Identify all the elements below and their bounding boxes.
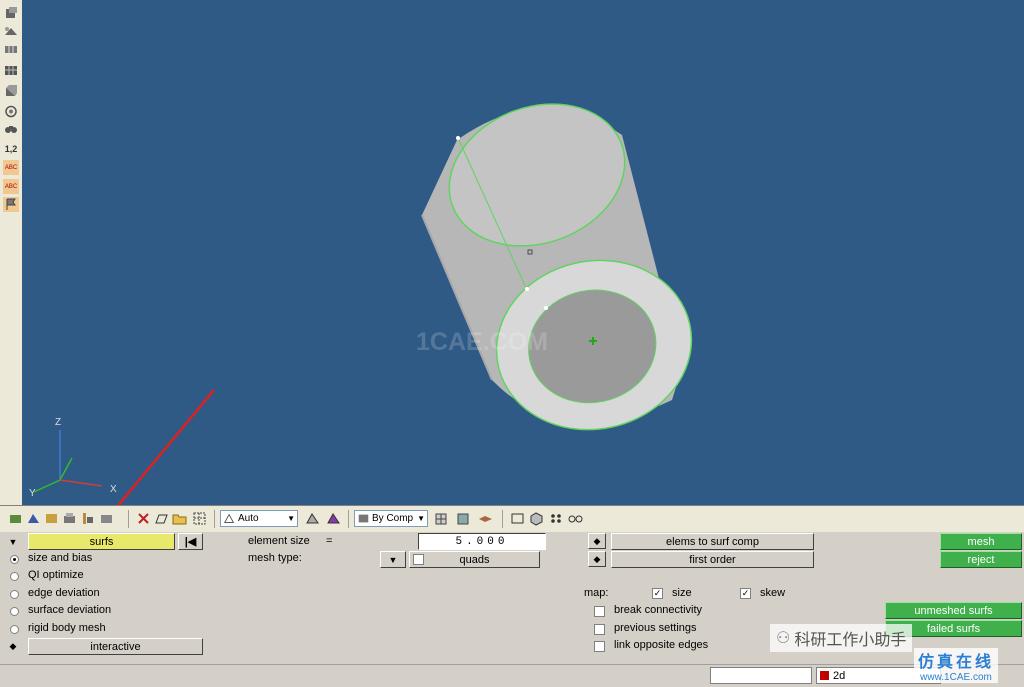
grid-icon[interactable] bbox=[192, 511, 207, 526]
radio-label: edge deviation bbox=[28, 587, 100, 599]
axis-z-label: Z bbox=[55, 417, 62, 428]
hide-icon[interactable] bbox=[44, 511, 59, 526]
delete-icon[interactable] bbox=[136, 511, 151, 526]
radio-surface-deviation[interactable] bbox=[10, 607, 19, 616]
component-display-icon[interactable] bbox=[8, 511, 23, 526]
axis-x-label: X bbox=[110, 484, 117, 495]
folder-icon[interactable] bbox=[172, 511, 187, 526]
break-connectivity-checkbox[interactable] bbox=[594, 606, 605, 617]
status-field bbox=[710, 667, 812, 684]
skew-checkbox[interactable]: ✓ bbox=[740, 588, 751, 599]
toggle-switch-icon[interactable]: ◆ bbox=[588, 551, 606, 567]
check-label: link opposite edges bbox=[614, 639, 709, 651]
previous-settings-checkbox[interactable] bbox=[594, 624, 605, 635]
size-checkbox[interactable]: ✓ bbox=[652, 588, 663, 599]
reverse-mask-icon[interactable] bbox=[99, 511, 114, 526]
axes-triad bbox=[33, 430, 103, 493]
visualization-toolbar: Auto ▼ By Comp ▼ bbox=[0, 505, 1024, 533]
nodes-icon[interactable] bbox=[3, 42, 19, 57]
reject-button[interactable]: reject bbox=[940, 551, 1022, 568]
color-mode-icon bbox=[358, 514, 369, 523]
site-watermark: 仿真在线 www.1CAE.com bbox=[914, 648, 999, 683]
view-cube-icon[interactable] bbox=[529, 511, 544, 526]
component-color-swatch bbox=[820, 671, 829, 680]
shaded-elements-icon[interactable] bbox=[305, 511, 320, 526]
toggle-switch-icon[interactable]: ◆ bbox=[4, 638, 22, 654]
link-opposite-edges-checkbox[interactable] bbox=[594, 641, 605, 652]
dots-icon[interactable] bbox=[549, 511, 564, 526]
site-url-label: www.1CAE.com bbox=[920, 672, 992, 683]
radio-edge-deviation[interactable] bbox=[10, 590, 19, 599]
equals-label: = bbox=[326, 535, 333, 547]
flag-icon[interactable] bbox=[3, 197, 19, 212]
shading-mode-select[interactable]: Auto ▼ bbox=[220, 510, 298, 527]
unmeshed-surfs-button[interactable]: unmeshed surfs bbox=[885, 602, 1022, 619]
radio-size-and-bias[interactable] bbox=[10, 555, 19, 564]
abc-numbers-icon[interactable]: ABC bbox=[3, 179, 19, 194]
elements-icon[interactable] bbox=[3, 24, 19, 39]
plane-icon[interactable] bbox=[154, 511, 169, 526]
radio-label: QI optimize bbox=[28, 569, 84, 581]
view-box-icon[interactable] bbox=[510, 511, 525, 526]
rotate-icon[interactable] bbox=[3, 104, 19, 119]
surfs-selector-button[interactable]: surfs bbox=[28, 533, 175, 550]
mesh-button[interactable]: mesh bbox=[940, 533, 1022, 550]
elems-to-surf-comp-button[interactable]: elems to surf comp bbox=[611, 533, 814, 550]
radio-label: size and bias bbox=[28, 552, 93, 564]
shaded-mesh-icon[interactable] bbox=[326, 511, 341, 526]
status-bar: 2d bbox=[0, 664, 1024, 687]
solids-icon[interactable] bbox=[3, 84, 19, 99]
find-icon[interactable] bbox=[3, 122, 19, 137]
wechat-watermark: ⚇ 科研工作小助手 bbox=[770, 624, 913, 652]
radio-qi-optimize[interactable] bbox=[10, 572, 19, 581]
axis-y-label: Y bbox=[29, 488, 36, 499]
mask-icon[interactable] bbox=[80, 511, 95, 526]
radio-label: rigid body mesh bbox=[28, 622, 106, 634]
automesh-panel: ▼ surfs |◀ size and bias QI optimize edg… bbox=[0, 532, 1024, 686]
glasses-icon[interactable] bbox=[568, 511, 583, 526]
mesh-type-select[interactable]: quads bbox=[409, 551, 540, 568]
mesh-type-dropdown-icon[interactable]: ▼ bbox=[380, 551, 406, 568]
size-label: size bbox=[672, 587, 692, 599]
abc-label-icon[interactable]: ABC bbox=[3, 160, 19, 175]
layer-icon[interactable] bbox=[478, 511, 493, 526]
numbering-label[interactable]: 1,2 bbox=[3, 141, 19, 156]
element-size-field[interactable]: 5.000 bbox=[418, 533, 546, 550]
map-label: map: bbox=[584, 587, 609, 599]
watermark-text: 1CAE.COM bbox=[416, 328, 548, 356]
radio-rigid-body-mesh[interactable] bbox=[10, 625, 19, 634]
wireframe-icon bbox=[223, 513, 235, 523]
toggle-switch-icon[interactable]: ◆ bbox=[588, 533, 606, 549]
isolate-icon[interactable] bbox=[62, 511, 77, 526]
mesh-type-checkbox[interactable] bbox=[413, 554, 424, 565]
reset-selection-button[interactable]: |◀ bbox=[178, 533, 203, 550]
chevron-down-icon: ▼ bbox=[287, 514, 295, 523]
reset-icon: |◀ bbox=[184, 536, 197, 548]
element-display-icon[interactable] bbox=[26, 511, 41, 526]
color-by-select[interactable]: By Comp ▼ bbox=[354, 510, 428, 527]
model-view bbox=[33, 103, 693, 505]
first-order-button[interactable]: first order bbox=[611, 551, 814, 568]
mesh-type-label: mesh type: bbox=[248, 552, 302, 564]
check-label: break connectivity bbox=[614, 604, 703, 616]
chevron-down-icon: ▼ bbox=[417, 514, 425, 523]
graphics-viewport[interactable]: 1CAE.COM Z Y X bbox=[22, 0, 1024, 505]
mesh-cube-icon[interactable] bbox=[434, 511, 449, 526]
surfaces-icon[interactable] bbox=[3, 63, 19, 78]
component-icon[interactable] bbox=[3, 6, 19, 21]
interactive-button[interactable]: interactive bbox=[28, 638, 203, 655]
selector-dropdown-icon[interactable]: ▼ bbox=[4, 534, 22, 550]
radio-label: surface deviation bbox=[28, 604, 112, 616]
wechat-icon: ⚇ bbox=[776, 630, 791, 647]
check-label: previous settings bbox=[614, 622, 697, 634]
left-toolbar: 1,2 ABC ABC bbox=[0, 0, 23, 505]
site-cn-label: 仿真在线 bbox=[918, 654, 995, 671]
shaded-cube-icon[interactable] bbox=[456, 511, 471, 526]
wechat-label: 科研工作小助手 bbox=[794, 632, 907, 649]
skew-label: skew bbox=[760, 587, 786, 599]
element-size-label: element size bbox=[248, 535, 310, 547]
component-name: 2d bbox=[833, 669, 846, 682]
